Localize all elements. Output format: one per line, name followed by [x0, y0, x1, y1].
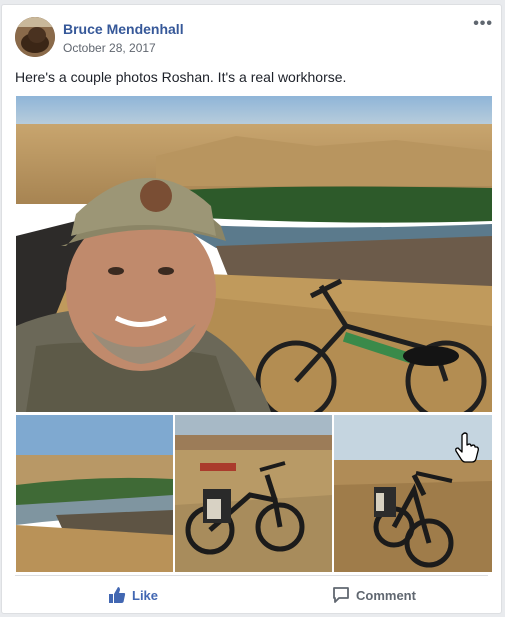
- speech-bubble-icon: [333, 587, 349, 603]
- thumbnail-bike-side[interactable]: [175, 415, 332, 572]
- like-label: Like: [132, 587, 159, 603]
- action-divider: [15, 575, 488, 576]
- comment-button[interactable]: Comment: [332, 580, 416, 610]
- thumbnail-river-valley[interactable]: [16, 415, 173, 572]
- author-name-link[interactable]: Bruce Mendenhall: [63, 21, 184, 37]
- main-photo-selfie-bike[interactable]: [16, 96, 492, 412]
- more-horizontal-icon[interactable]: •••: [473, 15, 493, 33]
- like-button[interactable]: Like: [108, 580, 158, 610]
- post-card: Bruce Mendenhall October 28, 2017 ••• He…: [1, 4, 502, 614]
- thumbs-up-icon: [109, 587, 126, 603]
- post-date[interactable]: October 28, 2017: [63, 41, 156, 55]
- post-text: Here's a couple photos Roshan. It's a re…: [15, 69, 347, 85]
- author-avatar[interactable]: [15, 17, 55, 57]
- comment-label: Comment: [356, 587, 416, 603]
- hand-cursor-icon: [455, 432, 479, 463]
